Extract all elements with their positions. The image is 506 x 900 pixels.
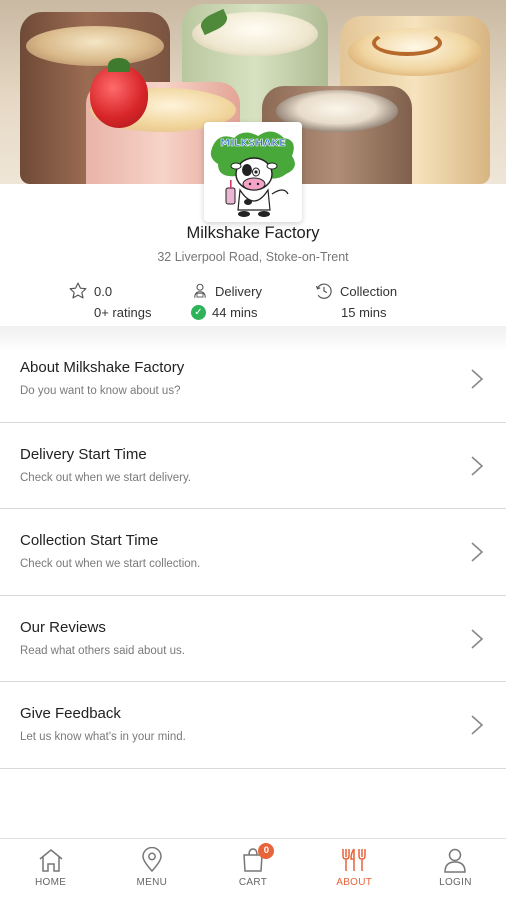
- svg-text:MILKSHAKE: MILKSHAKE: [220, 138, 286, 149]
- clock-icon: [314, 281, 334, 301]
- item-title: Collection Start Time: [20, 532, 159, 549]
- about-restaurant-item[interactable]: About Milkshake Factory Do you want to k…: [0, 336, 506, 423]
- item-title: Our Reviews: [20, 618, 106, 636]
- user-icon: [444, 848, 467, 873]
- collection-stat: Collection 15 mins: [314, 280, 397, 322]
- cow-logo-icon: MILKSHAKE: [210, 131, 295, 217]
- nav-login[interactable]: LOGIN: [405, 839, 506, 900]
- item-title: Delivery Start Time: [20, 445, 147, 463]
- nav-menu[interactable]: MENU: [101, 839, 202, 900]
- check-icon: ✓: [191, 304, 206, 320]
- cutlery-icon: [342, 848, 366, 871]
- restaurant-name: Milkshake Factory: [186, 224, 320, 242]
- item-title: Give Feedback: [20, 705, 121, 722]
- home-icon: [39, 849, 63, 872]
- delivery-start-time-item[interactable]: Delivery Start Time Check out when we st…: [0, 423, 506, 509]
- item-title: About Milkshake Factory: [20, 359, 185, 376]
- cart-count-badge: 0: [258, 843, 275, 859]
- bottom-navigation: HOME MENU 0 CART ABOUT LOGIN: [0, 838, 506, 900]
- caramel-drizzle: [372, 30, 442, 56]
- collection-label: Collection: [340, 283, 398, 299]
- location-pin-icon: [142, 847, 162, 873]
- item-subtitle: Let us know what's in your mind.: [20, 731, 186, 743]
- item-subtitle: Do you want to know about us?: [20, 385, 181, 397]
- rating-value: 0.0: [94, 283, 113, 299]
- nav-home-label: HOME: [35, 877, 67, 888]
- delivery-label: Delivery: [215, 283, 262, 299]
- nav-about[interactable]: ABOUT: [304, 839, 405, 900]
- delivery-icon: [191, 282, 209, 300]
- nav-about-label: ABOUT: [336, 877, 373, 888]
- delivery-time: 44 mins: [212, 304, 258, 320]
- item-subtitle: Check out when we start collection.: [20, 558, 201, 570]
- delivery-stat: Delivery ✓ 44 mins: [191, 280, 262, 322]
- nav-cart[interactable]: 0 CART: [202, 839, 303, 900]
- chevron-right-icon: [471, 369, 484, 389]
- collection-time: 15 mins: [341, 304, 387, 320]
- chevron-right-icon: [471, 455, 484, 476]
- chevron-right-icon: [471, 542, 484, 562]
- rating-stat: 0.0 0+ ratings: [68, 280, 151, 322]
- chevron-right-icon: [471, 715, 484, 735]
- nav-menu-label: MENU: [136, 877, 168, 888]
- nav-login-label: LOGIN: [439, 877, 472, 888]
- nav-cart-label: CART: [238, 877, 268, 888]
- item-subtitle: Read what others said about us.: [20, 644, 185, 657]
- item-subtitle: Check out when we start delivery.: [20, 471, 192, 484]
- collection-start-time-item[interactable]: Collection Start Time Check out when we …: [0, 509, 506, 596]
- star-icon: [68, 281, 88, 301]
- restaurant-address: 32 Liverpool Road, Stoke-on-Trent: [157, 250, 349, 264]
- restaurant-stats: 0.0 0+ ratings Delivery ✓ 44 mins Collec…: [0, 280, 506, 322]
- restaurant-logo: MILKSHAKE: [204, 122, 302, 222]
- about-menu-list: About Milkshake Factory Do you want to k…: [0, 336, 506, 769]
- strawberry: [90, 58, 148, 128]
- chevron-right-icon: [471, 628, 484, 649]
- nav-home[interactable]: HOME: [0, 839, 101, 900]
- ratings-count: 0+ ratings: [94, 304, 152, 320]
- give-feedback-item[interactable]: Give Feedback Let us know what's in your…: [0, 682, 506, 769]
- our-reviews-item[interactable]: Our Reviews Read what others said about …: [0, 596, 506, 682]
